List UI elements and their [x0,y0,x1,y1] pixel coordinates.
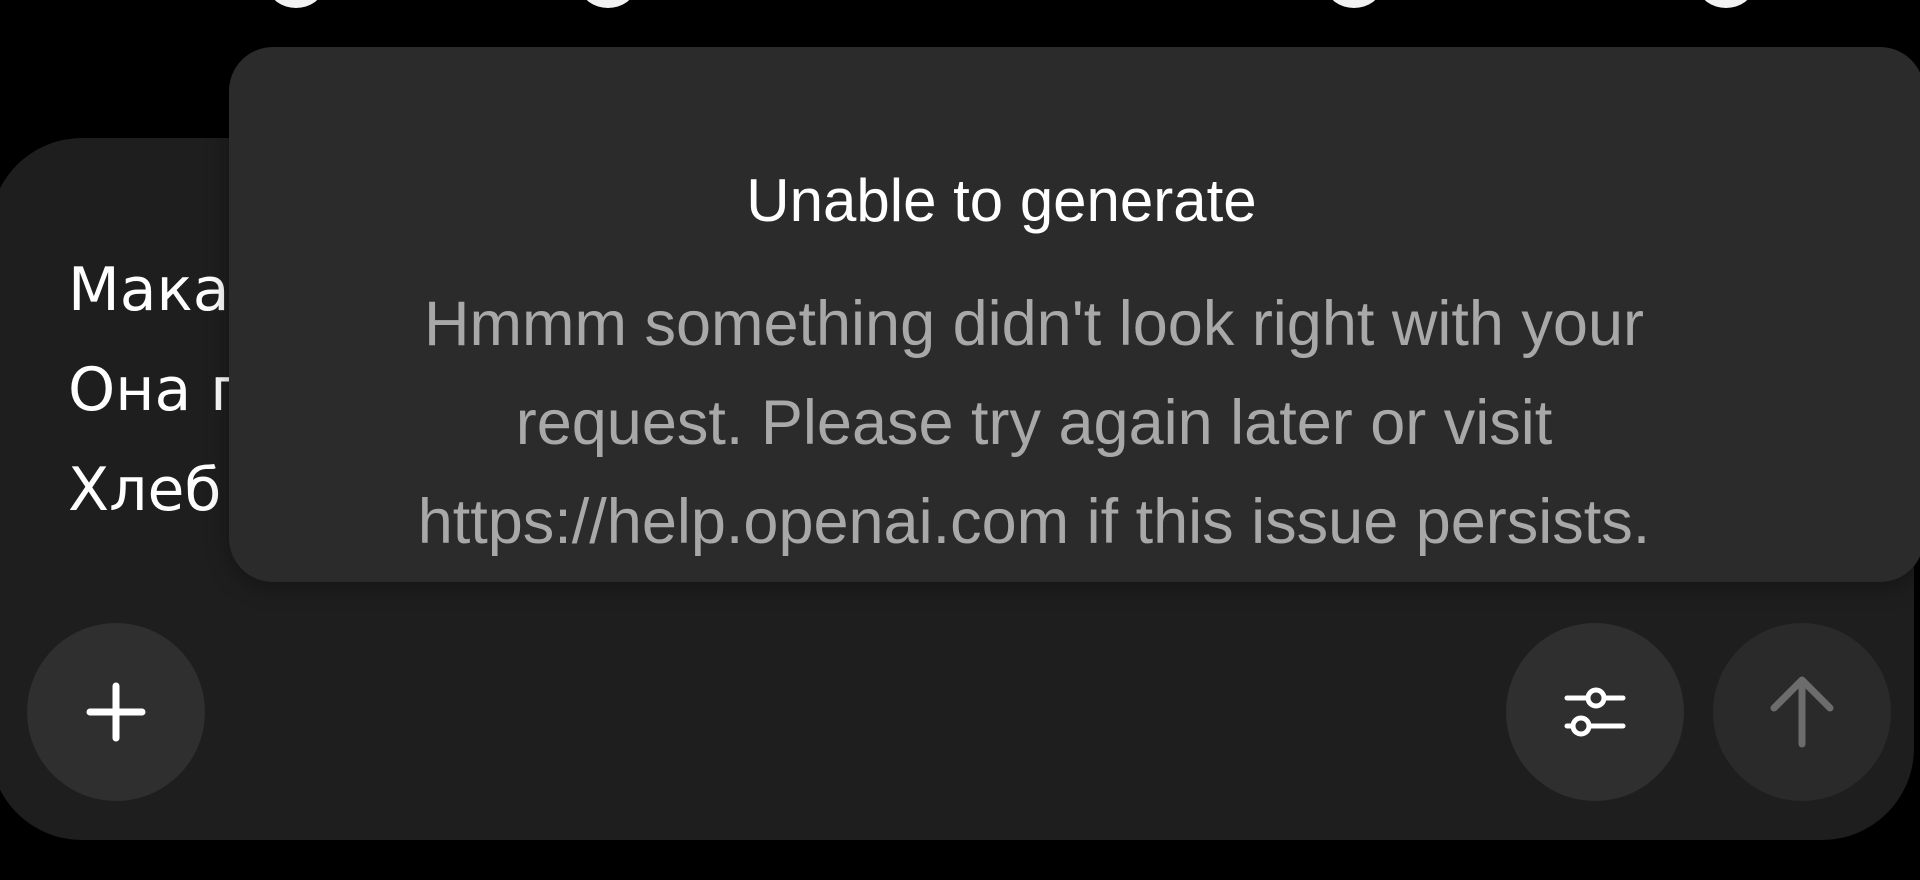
error-dialog: Unable to generate Hmmm something didn't… [229,47,1920,582]
composer-text-line: Хлеб [68,455,222,525]
suggestion-chip[interactable] [270,0,322,8]
suggestion-chip[interactable] [582,0,634,8]
dialog-message: Hmmm something didn't look right with yo… [417,289,1651,557]
send-button[interactable] [1713,623,1891,801]
sliders-icon [1564,687,1626,737]
dialog-title: Unable to generate [746,167,1257,234]
suggestion-chip[interactable] [1700,0,1752,8]
composer-text-line: Мака [68,255,230,325]
app-screen: Мака Она п Хлеб Unable to generate Hmmm … [0,0,1920,880]
suggestion-chips-strip [0,0,1920,10]
plus-icon [86,682,146,742]
composer-text-line: Она п [68,355,250,425]
settings-button[interactable] [1506,623,1684,801]
composer-text[interactable]: Мака Она п Хлеб [68,240,250,540]
attach-button[interactable] [27,623,205,801]
suggestion-chip[interactable] [1328,0,1380,8]
arrow-up-icon [1770,676,1834,748]
